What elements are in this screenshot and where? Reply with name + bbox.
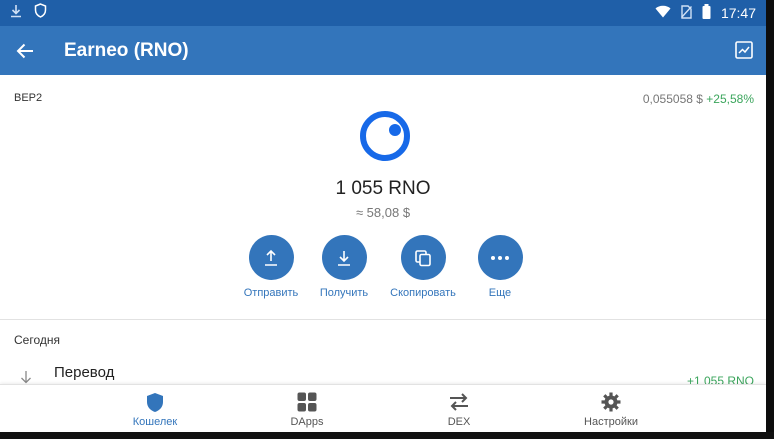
price-chart-button[interactable] (734, 40, 754, 60)
download-icon (338, 250, 350, 266)
network-label: BEP2 (14, 92, 43, 104)
copy-circle (400, 235, 446, 280)
price-value: 0,055058 $ (642, 92, 703, 106)
transaction-row[interactable]: Перевод +1 055 RNO (0, 356, 766, 388)
send-circle (248, 235, 294, 280)
nav-dapps-label: DApps (290, 416, 324, 428)
app-bar: Earneo (RNO) (0, 26, 766, 75)
status-bar: 17:47 (0, 0, 766, 26)
more-button[interactable]: Еще (452, 235, 548, 299)
shield-notification-icon (34, 3, 47, 23)
copy-icon (415, 249, 431, 266)
page-title: Earneo (RNO) (64, 39, 189, 61)
price-change: +25,58% (706, 92, 754, 106)
nav-wallet-label: Кошелек (132, 416, 178, 428)
receive-circle (321, 235, 367, 280)
gear-icon (601, 392, 621, 412)
back-button[interactable] (0, 26, 50, 75)
clock: 17:47 (720, 5, 756, 21)
wifi-icon (655, 5, 671, 21)
background-edge-right (766, 0, 774, 439)
token-price: 0,055058 $ +25,58% (643, 92, 754, 106)
swap-icon (450, 393, 468, 411)
grid-icon (297, 392, 317, 412)
action-bar: Отправить Получить Скопировать Еще (0, 235, 766, 305)
nav-dex[interactable]: DEX (404, 391, 514, 428)
chart-icon (735, 41, 753, 59)
nav-settings-label: Настройки (584, 416, 638, 428)
token-balance: 1 055 RNO (335, 178, 431, 199)
background-edge-bottom (0, 432, 774, 439)
nav-dapps[interactable]: DApps (252, 391, 362, 428)
download-notification-icon (10, 4, 22, 23)
transaction-title: Перевод (54, 364, 115, 381)
coin-logo (359, 110, 411, 162)
divider (0, 319, 766, 320)
upload-icon (265, 249, 277, 266)
battery-icon (702, 4, 711, 22)
nav-settings[interactable]: Настройки (556, 391, 666, 428)
more-icon (491, 255, 509, 260)
history-section-title: Сегодня (14, 333, 60, 347)
shield-icon (147, 392, 163, 412)
app-screen: 17:47 Earneo (RNO) BEP2 0,055058 $ +25,5… (0, 0, 766, 432)
fiat-balance: ≈ 58,08 $ (355, 205, 411, 220)
back-arrow-icon (16, 43, 33, 58)
nav-wallet[interactable]: Кошелек (100, 391, 210, 428)
nav-dex-label: DEX (447, 416, 471, 428)
no-sim-icon (680, 4, 692, 22)
more-circle (477, 235, 523, 280)
bottom-navigation: Кошелек DApps DEX Настройки (0, 384, 766, 432)
more-label: Еще (488, 287, 512, 299)
